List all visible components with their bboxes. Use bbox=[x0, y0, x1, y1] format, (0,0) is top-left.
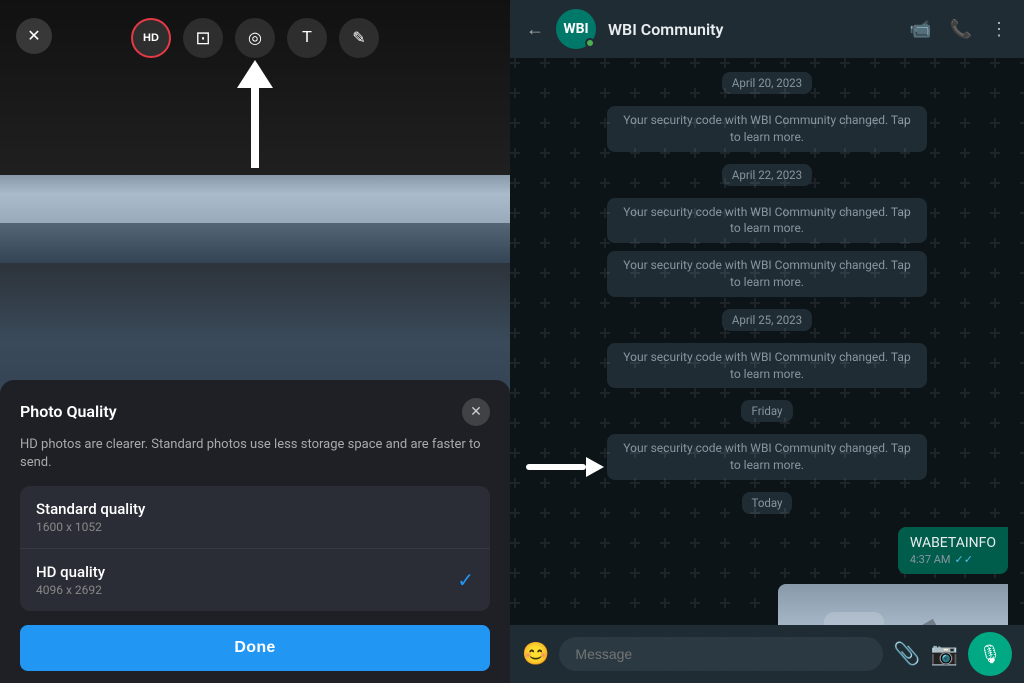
mic-icon: 🎙 bbox=[979, 644, 1002, 665]
chat-panel: ← WBI WBI Community 📹 📞 ⋮ April 20, 2023… bbox=[510, 0, 1024, 683]
photo-bubble: WaBetaInfo HD 4:45 AM ✓✓ bbox=[778, 584, 1008, 625]
standard-quality-dims: 1600 x 1052 bbox=[36, 520, 145, 534]
system-message-1[interactable]: Your security code with WBI Community ch… bbox=[607, 106, 927, 152]
text-button[interactable]: T bbox=[287, 18, 327, 58]
avatar: WBI bbox=[556, 9, 596, 49]
arrow-body bbox=[251, 88, 259, 168]
right-arrow-body bbox=[526, 464, 586, 470]
emoji-button[interactable]: 😊 bbox=[522, 641, 549, 667]
sheet-header: Photo Quality ✕ bbox=[20, 398, 490, 426]
system-message-5[interactable]: Your security code with WBI Community ch… bbox=[607, 434, 927, 480]
sheet-title: Photo Quality bbox=[20, 402, 117, 421]
quality-options-list: Standard quality 1600 x 1052 HD quality … bbox=[20, 486, 490, 611]
message-meta: 4:37 AM ✓✓ bbox=[910, 553, 996, 566]
standard-quality-name: Standard quality bbox=[36, 500, 145, 518]
water-area bbox=[0, 223, 510, 263]
date-badge-today: Today bbox=[526, 492, 1008, 514]
standard-quality-option[interactable]: Standard quality 1600 x 1052 bbox=[20, 486, 490, 549]
chat-name: WBI Community bbox=[608, 20, 897, 39]
camera-button[interactable]: 📷 bbox=[931, 641, 958, 667]
hd-quality-option[interactable]: HD quality 4096 x 2692 ✓ bbox=[20, 549, 490, 611]
chat-input-area: 😊 📎 📷 🎙 bbox=[510, 625, 1024, 683]
chat-header: ← WBI WBI Community 📹 📞 ⋮ bbox=[510, 0, 1024, 58]
message-input[interactable] bbox=[559, 637, 883, 671]
arrow-annotation-up bbox=[237, 60, 273, 168]
chat-header-info: WBI Community bbox=[608, 20, 897, 39]
system-message-4[interactable]: Your security code with WBI Community ch… bbox=[607, 343, 927, 389]
hd-quality-dims: 4096 x 2692 bbox=[36, 583, 105, 597]
done-button[interactable]: Done bbox=[20, 625, 490, 671]
avatar-online-indicator bbox=[585, 38, 595, 48]
messages-area: April 20, 2023 Your security code with W… bbox=[510, 58, 1024, 625]
hd-quality-button[interactable]: HD bbox=[131, 18, 171, 58]
hd-quality-name: HD quality bbox=[36, 563, 105, 581]
system-message-2[interactable]: Your security code with WBI Community ch… bbox=[607, 198, 927, 244]
read-receipt: ✓✓ bbox=[955, 553, 973, 566]
back-button[interactable]: ← bbox=[526, 19, 544, 40]
video-call-button[interactable]: 📹 bbox=[909, 19, 931, 40]
draw-button[interactable]: ✎ bbox=[339, 18, 379, 58]
hd-quality-text: HD quality 4096 x 2692 bbox=[36, 563, 105, 597]
date-badge-april20: April 20, 2023 bbox=[526, 72, 1008, 94]
text-icon: T bbox=[302, 29, 312, 47]
edit-toolbar: HD ⊡ ◎ T ✎ bbox=[0, 18, 510, 58]
date-badge-april22: April 22, 2023 bbox=[526, 164, 1008, 186]
sticker-button[interactable]: ◎ bbox=[235, 18, 275, 58]
crop-icon: ⊡ bbox=[195, 28, 210, 49]
right-arrow-head bbox=[586, 457, 604, 477]
cloud-decoration bbox=[824, 612, 884, 625]
left-panel: ✕ HD ⊡ ◎ T ✎ Photo Quality ✕ HD photos bbox=[0, 0, 510, 683]
crop-button[interactable]: ⊡ bbox=[183, 18, 223, 58]
system-message-3[interactable]: Your security code with WBI Community ch… bbox=[607, 251, 927, 297]
date-badge-april25: April 25, 2023 bbox=[526, 309, 1008, 331]
mic-button[interactable]: 🎙 bbox=[968, 632, 1012, 676]
standard-quality-text: Standard quality 1600 x 1052 bbox=[36, 500, 145, 534]
header-actions: 📹 📞 ⋮ bbox=[909, 19, 1008, 40]
photo-bubble-image: WaBetaInfo HD bbox=[778, 584, 1008, 625]
sticker-icon: ◎ bbox=[248, 28, 262, 48]
arrow-annotation-right bbox=[526, 457, 604, 477]
attach-button[interactable]: 📎 bbox=[893, 641, 920, 667]
sent-message-wabetainfo: WABETAINFO 4:37 AM ✓✓ bbox=[898, 527, 1008, 574]
message-bubble: WABETAINFO 4:37 AM ✓✓ bbox=[898, 527, 1008, 574]
sent-photo-message: ↪ WaBetaInfo HD 4:45 AM ✓✓ bbox=[778, 584, 1008, 625]
hd-icon: HD bbox=[143, 32, 159, 44]
date-badge-friday: Friday bbox=[526, 400, 1008, 422]
message-time: 4:37 AM bbox=[910, 553, 951, 566]
message-text: WABETAINFO bbox=[910, 535, 996, 551]
sheet-close-button[interactable]: ✕ bbox=[462, 398, 490, 426]
arrow-head bbox=[237, 60, 273, 88]
photo-image bbox=[0, 175, 510, 263]
sheet-description: HD photos are clearer. Standard photos u… bbox=[20, 436, 490, 472]
sheet-close-icon: ✕ bbox=[470, 403, 482, 420]
voice-call-button[interactable]: 📞 bbox=[950, 19, 972, 40]
sky-area bbox=[0, 175, 510, 223]
more-options-button[interactable]: ⋮ bbox=[990, 19, 1008, 40]
photo-quality-sheet: Photo Quality ✕ HD photos are clearer. S… bbox=[0, 380, 510, 683]
back-icon: ← bbox=[526, 19, 544, 39]
hd-selected-checkmark: ✓ bbox=[457, 568, 474, 592]
draw-icon: ✎ bbox=[352, 28, 365, 48]
